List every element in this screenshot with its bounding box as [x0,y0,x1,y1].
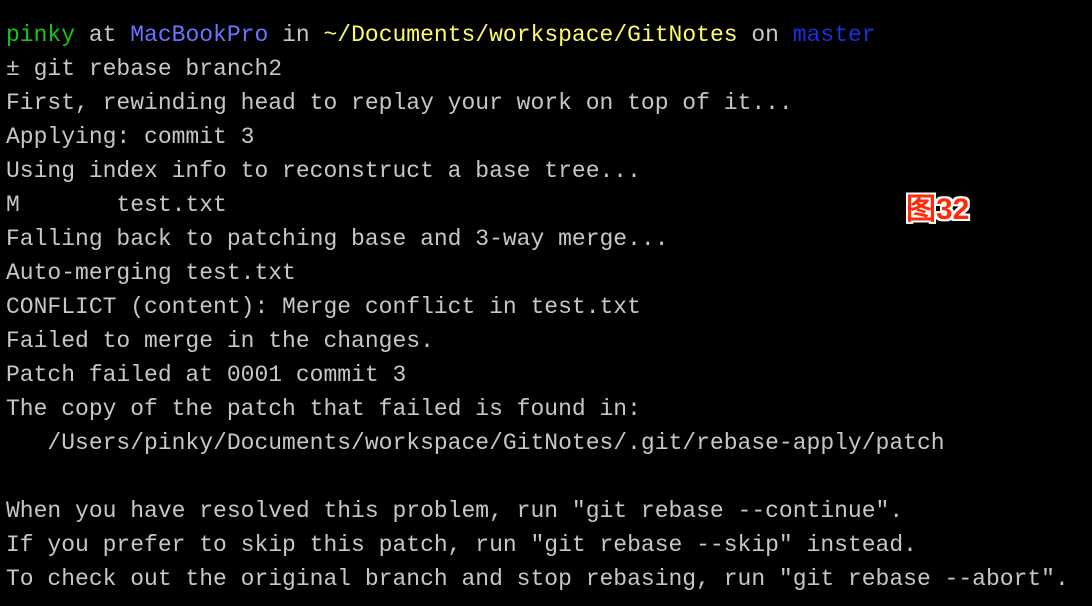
prompt-path: ~/Documents/workspace/GitNotes [323,22,738,48]
output-line: First, rewinding head to replay your wor… [6,90,793,116]
output-line: Using index info to reconstruct a base t… [6,158,641,184]
command-line: ± git rebase branch2 [6,56,283,82]
output-line: When you have resolved this problem, run… [6,498,904,524]
prompt-host: MacBookPro [130,22,269,48]
shell-prompt: pinky at MacBookPro in ~/Documents/works… [6,18,1069,52]
output-line: Failed to merge in the changes. [6,328,434,354]
prompt-in: in [268,22,324,48]
prompt-branch: master [792,22,876,48]
output-line: CONFLICT (content): Merge conflict in te… [6,294,641,320]
prompt-on: on [737,22,793,48]
figure-label: 图32 [906,193,970,226]
terminal-output[interactable]: pinky at MacBookPro in ~/Documents/works… [6,18,1069,596]
output-line: To check out the original branch and sto… [6,566,1069,592]
output-line: If you prefer to skip this patch, run "g… [6,532,917,558]
output-line: /Users/pinky/Documents/workspace/GitNote… [6,430,945,456]
output-line: Applying: commit 3 [6,124,255,150]
prompt-user: pinky [6,22,76,48]
output-line: Patch failed at 0001 commit 3 [6,362,407,388]
output-line: The copy of the patch that failed is fou… [6,396,641,422]
output-line: Auto-merging test.txt [6,260,296,286]
prompt-at: at [75,22,131,48]
